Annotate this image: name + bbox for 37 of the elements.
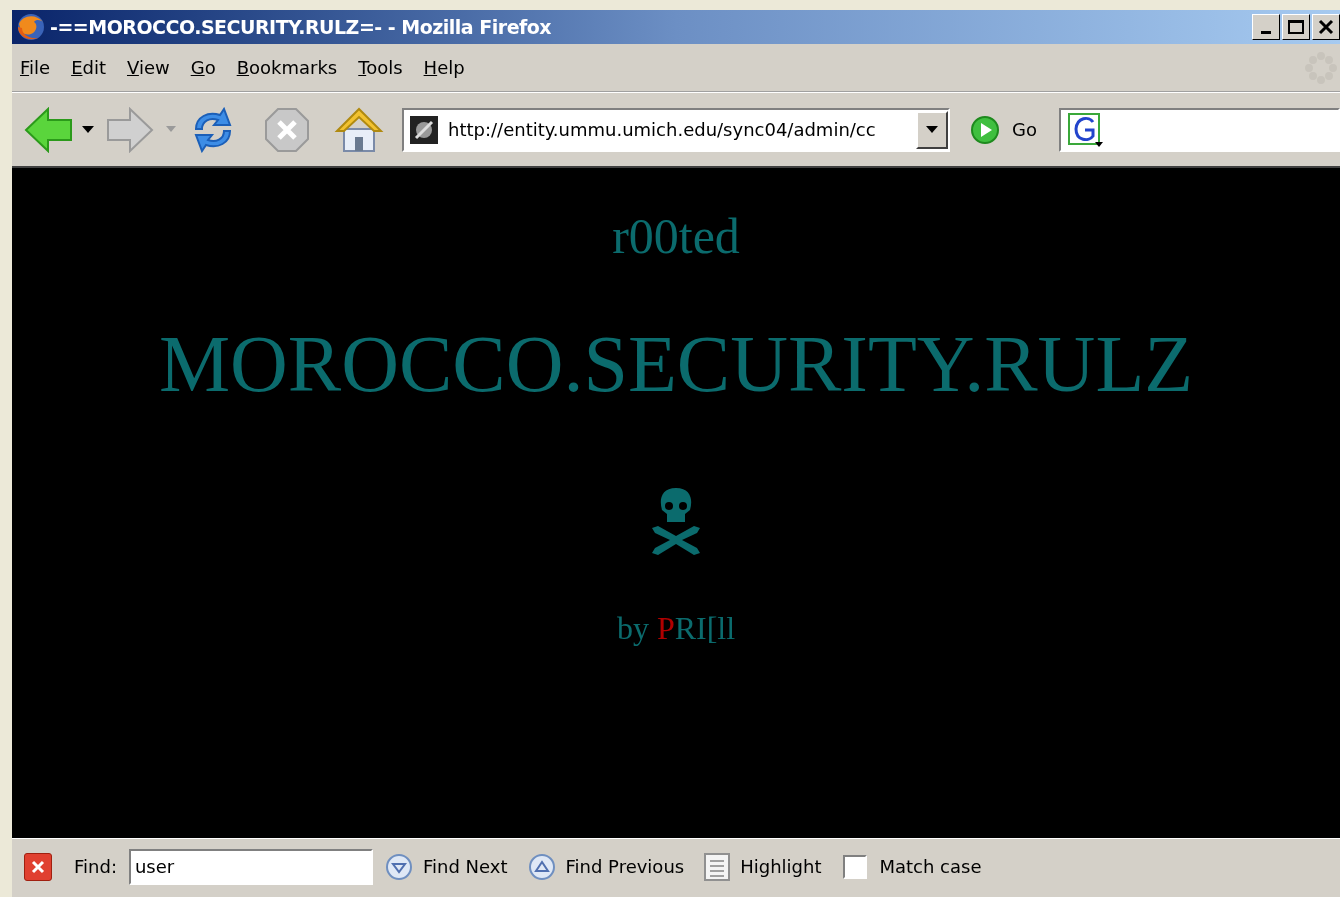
menu-item[interactable]: View — [121, 54, 176, 81]
url-text: http://entity.ummu.umich.edu/sync04/admin/cc — [448, 118, 876, 142]
skull-crossbones-icon — [649, 486, 703, 556]
menu-item[interactable]: Bookmarks — [230, 54, 344, 81]
go-button[interactable]: Go — [970, 114, 1037, 145]
menu-item[interactable]: Tools — [352, 54, 409, 81]
minimize-button[interactable] — [1252, 14, 1280, 40]
page-title: MOROCCO.SECURITY.RULZ — [158, 319, 1194, 410]
menu-item[interactable]: Go — [184, 54, 222, 81]
close-find-bar-button[interactable] — [24, 852, 52, 881]
window-title: -==MOROCCO.SECURITY.RULZ=- - Mozilla Firefox — [50, 14, 552, 40]
stop-button[interactable] — [264, 106, 310, 153]
menu-item[interactable]: Help — [417, 54, 471, 81]
address-bar[interactable]: http://entity.ummu.umich.edu/sync04/admin/cc — [402, 107, 950, 152]
match-case-checkbox[interactable]: Match case — [843, 853, 982, 880]
close-icon — [1318, 19, 1334, 35]
page-heading: r00ted — [612, 207, 740, 266]
site-icon — [410, 115, 438, 144]
maximize-button[interactable] — [1282, 14, 1310, 40]
dropdown-button[interactable] — [916, 110, 948, 149]
caret-icon — [926, 125, 938, 134]
menu-item[interactable]: Edit — [65, 54, 112, 81]
highlight-button[interactable]: Highlight — [704, 852, 822, 881]
highlight-icon — [704, 852, 731, 881]
close-icon — [30, 858, 46, 875]
find-label: Find: — [74, 855, 117, 879]
dropdown-arrow-icon[interactable] — [82, 125, 94, 134]
find-previous-button[interactable]: Find Previous — [527, 852, 685, 881]
close-button[interactable] — [1312, 14, 1340, 40]
back-button[interactable] — [24, 106, 74, 153]
find-field[interactable]: user — [128, 848, 373, 885]
play-icon — [970, 114, 1000, 145]
author-credit: by PRI[ll — [616, 609, 736, 648]
find-next-button[interactable]: Find Next — [384, 852, 508, 881]
search-field[interactable] — [1058, 107, 1340, 152]
google-g-icon — [1066, 111, 1105, 148]
menu-item[interactable]: File — [14, 54, 57, 81]
